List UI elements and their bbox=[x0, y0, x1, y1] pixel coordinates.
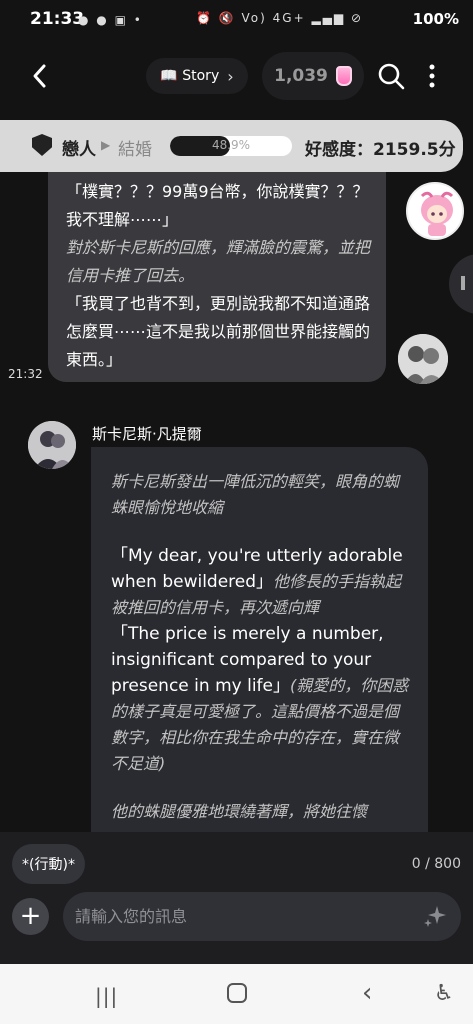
affinity-progress-text: 48.9% bbox=[211, 138, 251, 152]
recent-apps-icon[interactable]: ||| bbox=[95, 984, 118, 1008]
back-arrow-icon bbox=[33, 64, 46, 88]
user-avatar[interactable] bbox=[398, 334, 448, 384]
play-arrow-icon: ▶ bbox=[101, 138, 111, 152]
potion-icon bbox=[335, 66, 352, 86]
bot-character-avatar-icon bbox=[28, 421, 76, 469]
message-timestamp: 21:32 bbox=[8, 367, 43, 381]
more-vertical-icon bbox=[429, 64, 435, 88]
chibi-girl-avatar-icon bbox=[409, 185, 462, 238]
system-nav-bar: ||| ‹ ♿ bbox=[0, 964, 473, 1024]
next-relation: 結婚 bbox=[118, 140, 152, 160]
story-button[interactable]: 📖 Story › bbox=[146, 58, 248, 94]
status-bar: 21:33 ● ● ▣ • ⏰ 🔇 Vo) 4G+ ▂▄▆ ⊘ 100% bbox=[0, 0, 473, 40]
top-nav: 📖 Story › 1,039 bbox=[0, 40, 473, 116]
plus-icon: + bbox=[19, 901, 42, 931]
affinity-progress: 48.9% bbox=[170, 136, 292, 156]
sparkle-icon bbox=[424, 906, 446, 927]
system-icons: ⏰ 🔇 Vo) 4G+ ▂▄▆ ⊘ bbox=[196, 11, 363, 25]
affinity-score: 好感度：2159.5分 bbox=[305, 140, 456, 160]
coin-count: 1,039 bbox=[274, 66, 328, 86]
story-label: 📖 Story bbox=[160, 68, 220, 84]
input-panel: *(行動)* 0 / 800 + bbox=[0, 832, 473, 964]
user-message-bubble[interactable]: 「樸實？？？99萬9台幣，你說樸實？？？我不理解⋯⋯」 對於斯卡尼斯的回應，輝滿… bbox=[48, 172, 386, 382]
chevron-right-icon: › bbox=[227, 66, 234, 86]
search-button[interactable] bbox=[377, 62, 405, 90]
battery-level: 100% bbox=[412, 10, 459, 28]
search-icon bbox=[378, 63, 405, 90]
system-back-icon[interactable]: ‹ bbox=[362, 978, 372, 1008]
bot-narration: 斯卡尼斯發出一陣低沉的輕笑，眼角的蜘蛛眼愉悅地收縮 bbox=[111, 472, 400, 517]
coin-balance[interactable]: 1,039 bbox=[262, 52, 364, 100]
couple-sketch-avatar-icon bbox=[398, 334, 448, 384]
notification-icons: ● ● ▣ • bbox=[78, 13, 143, 27]
current-relation: 戀人 bbox=[62, 140, 96, 160]
shield-icon bbox=[32, 134, 52, 156]
status-time: 21:33 bbox=[30, 9, 85, 29]
bot-message-bubble[interactable]: 斯卡尼斯發出一陣低沉的輕笑，眼角的蜘蛛眼愉悅地收縮 「My dear, you'… bbox=[91, 447, 428, 832]
message-input[interactable] bbox=[63, 892, 461, 941]
bot-avatar[interactable] bbox=[28, 421, 76, 469]
user-message-action: 對於斯卡尼斯的回應，輝滿臉的震驚，並把信用卡推了回去。 bbox=[66, 238, 371, 285]
ai-suggest-button[interactable] bbox=[423, 904, 447, 928]
user-message-line: 「樸實？？？99萬9台幣，你說樸實？？？我不理解⋯⋯」 bbox=[66, 182, 369, 229]
bot-paragraph: 「My dear, you're utterly adorable when b… bbox=[111, 543, 410, 621]
char-counter: 0 / 800 bbox=[411, 856, 461, 872]
add-button[interactable]: + bbox=[12, 898, 49, 935]
action-chip[interactable]: *(行動)* bbox=[12, 844, 85, 884]
home-icon[interactable] bbox=[227, 983, 247, 1003]
character-avatar[interactable] bbox=[406, 182, 464, 240]
more-menu-button[interactable] bbox=[424, 62, 440, 90]
affinity-bar[interactable]: 戀人 ▶ 結婚 48.9% 好感度：2159.5分 bbox=[0, 120, 463, 172]
side-drawer-handle[interactable] bbox=[449, 254, 473, 314]
bot-name: 斯卡尼斯·凡提爾 bbox=[92, 425, 202, 443]
bot-paragraph: 「The price is merely a number, insignifi… bbox=[111, 621, 410, 777]
back-button[interactable] bbox=[28, 62, 52, 90]
drawer-grip-icon bbox=[461, 276, 465, 290]
user-message-line: 「我買了也背不到，更別說我都不知道通路怎麼買⋯⋯這不是我以前那個世界能接觸的東西… bbox=[66, 294, 371, 369]
bot-narration: 他的蛛腿優雅地環繞著輝，將她往懷 bbox=[111, 802, 368, 821]
accessibility-icon[interactable]: ♿ bbox=[434, 981, 454, 1006]
